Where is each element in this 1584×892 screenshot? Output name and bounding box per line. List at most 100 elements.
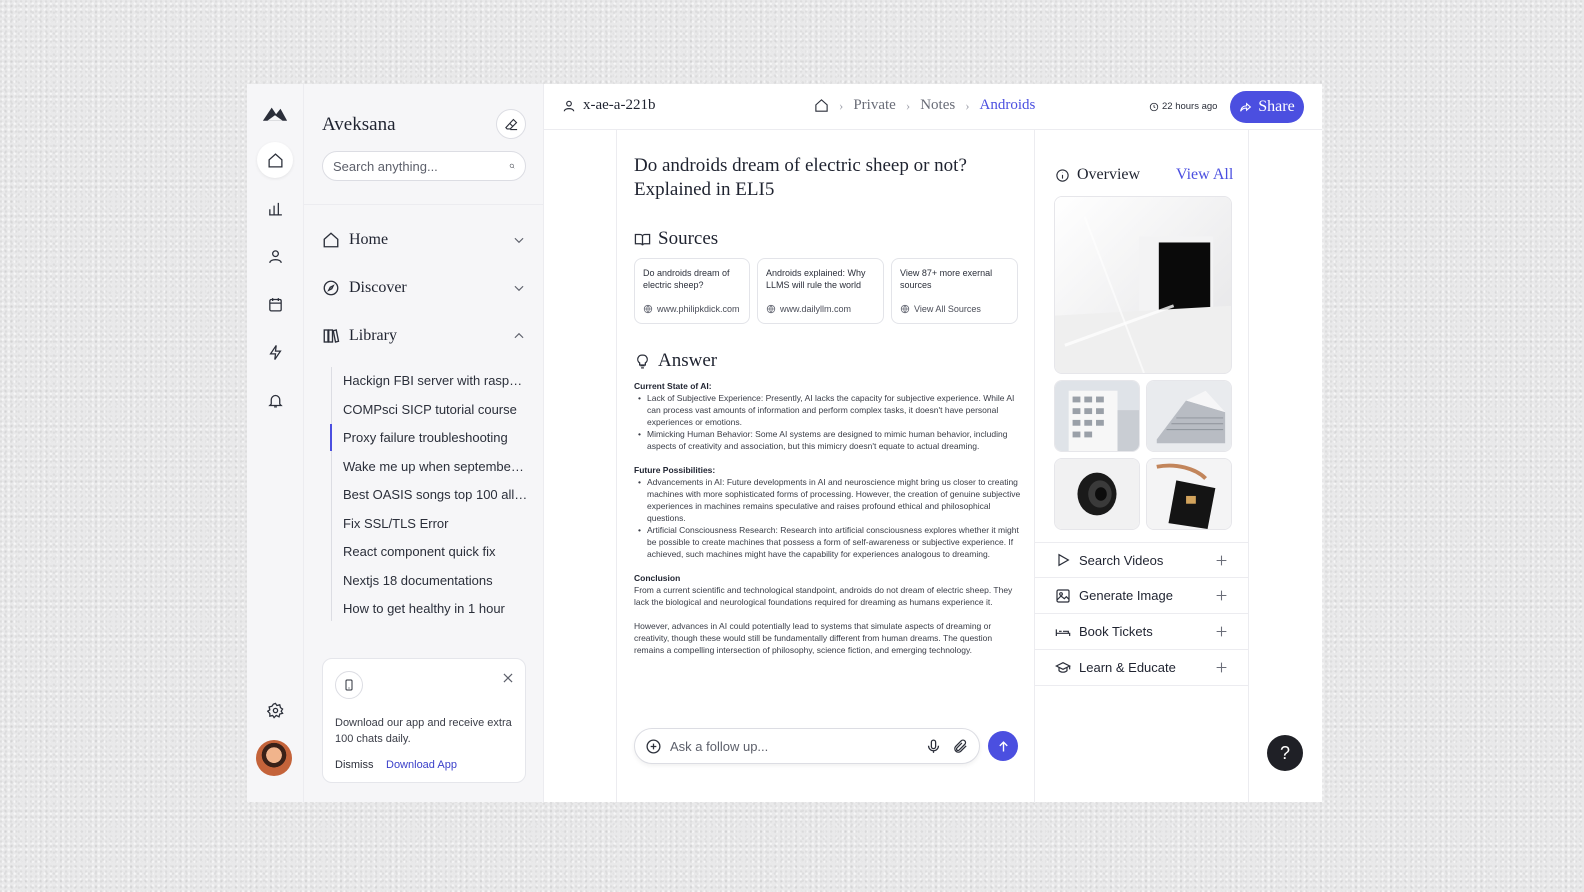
action-generate-image[interactable]: Generate Image [1035, 578, 1248, 614]
library-item[interactable]: Hackign FBI server with raspberry pi [343, 367, 528, 396]
overview-image-bag[interactable] [1146, 458, 1232, 530]
answer-bullet: Mimicking Human Behavior: Some AI system… [634, 428, 1024, 452]
new-chat-button[interactable] [496, 109, 526, 139]
library-item[interactable]: Wake me up when september ends [343, 453, 528, 482]
clock-icon [1149, 102, 1159, 111]
promo-text: Download our app and receive extra 100 c… [335, 717, 512, 745]
books-icon [322, 327, 340, 345]
nav-discover[interactable]: Discover [322, 276, 526, 300]
action-search-videos[interactable]: Search Videos [1035, 542, 1248, 578]
share-label: Share [1258, 98, 1295, 115]
overview-heading: Overview [1055, 166, 1140, 184]
help-button[interactable]: ? [1267, 735, 1303, 771]
dismiss-button[interactable]: Dismiss [335, 759, 374, 771]
search-icon [509, 163, 515, 169]
answer-bullet: Lack of Subjective Experience: Presently… [634, 392, 1024, 428]
overview-image-architecture[interactable] [1146, 380, 1232, 452]
paperclip-icon[interactable] [952, 738, 969, 755]
download-app-button[interactable]: Download App [386, 759, 457, 771]
overview-image-building[interactable] [1054, 380, 1140, 452]
chevron-up-icon[interactable] [512, 329, 526, 343]
source-card[interactable]: Do androids dream of electric sheep? www… [634, 258, 750, 324]
app-window: Aveksana Home Discover Library Hackign F… [247, 84, 1322, 802]
action-learn-educate[interactable]: Learn & Educate [1035, 650, 1248, 686]
globe-icon [900, 304, 910, 314]
answer-heading: Answer [634, 350, 717, 372]
source-card[interactable]: View 87+ more exernal sources View All S… [891, 258, 1018, 324]
share-icon [1240, 102, 1252, 112]
eraser-icon [504, 118, 517, 130]
library-item[interactable]: Proxy failure troubleshooting [343, 424, 528, 453]
nav-library[interactable]: Library [322, 324, 526, 348]
library-item[interactable]: Nextjs 18 documentations [343, 567, 528, 596]
timestamp-text: 22 hours ago [1162, 101, 1218, 112]
plus-icon[interactable] [1215, 661, 1228, 674]
answer-list: Advancements in AI: Future developments … [634, 476, 1024, 560]
chevron-right-icon: › [965, 97, 970, 113]
question-title: Do androids dream of electric sheep or n… [634, 155, 967, 200]
chart-icon[interactable] [261, 194, 289, 222]
chevron-down-icon[interactable] [512, 233, 526, 247]
answer-paragraph: However, advances in AI could potentiall… [634, 621, 993, 655]
source-title: Androids explained: Why LLMS will rule t… [766, 268, 866, 290]
sidebar-divider [304, 204, 544, 205]
library-item[interactable]: React component quick fix [343, 538, 528, 567]
close-icon[interactable] [501, 671, 515, 685]
plus-icon[interactable] [1215, 554, 1228, 567]
library-item[interactable]: COMPsci SICP tutorial course [343, 396, 528, 425]
user-name: x-ae-a-221b [583, 97, 656, 113]
breadcrumb-private[interactable]: Private [853, 97, 896, 114]
user-label[interactable]: x-ae-a-221b [562, 97, 655, 114]
home-icon[interactable] [257, 142, 293, 178]
settings-icon[interactable] [261, 696, 289, 724]
library-item[interactable]: How to get healthy in 1 hour [343, 595, 528, 624]
action-book-tickets[interactable]: Book Tickets [1035, 614, 1248, 650]
avatar[interactable] [256, 740, 292, 776]
overview-title: Overview [1077, 166, 1141, 183]
followup-box[interactable] [634, 728, 980, 764]
nav-home[interactable]: Home [322, 228, 526, 252]
user-icon[interactable] [261, 242, 289, 270]
bell-icon[interactable] [261, 386, 289, 414]
answer-column: Do androids dream of electric sheep or n… [616, 130, 1035, 802]
bed-icon [1055, 624, 1071, 640]
info-icon [1056, 168, 1069, 182]
answer-bullet: Advancements in AI: Future developments … [634, 476, 1024, 524]
plus-icon[interactable] [1215, 589, 1228, 602]
breadcrumb-androids[interactable]: Androids [980, 97, 1036, 114]
library-item[interactable]: Fix SSL/TLS Error [343, 510, 528, 539]
home-icon[interactable] [814, 98, 829, 113]
view-all-sources-link[interactable]: View All Sources [900, 304, 981, 314]
library-item[interactable]: Best OASIS songs top 100 all time [343, 481, 528, 510]
library-tree-line [331, 367, 332, 621]
share-button[interactable]: Share [1230, 91, 1304, 123]
icon-rail [247, 84, 304, 802]
followup-input[interactable] [670, 738, 925, 754]
overview-image-lens[interactable] [1054, 458, 1140, 530]
search-input[interactable] [333, 158, 509, 174]
search-box[interactable] [322, 151, 526, 181]
globe-icon [766, 304, 776, 314]
plus-circle-icon[interactable] [645, 738, 662, 755]
source-title: Do androids dream of electric sheep? [643, 268, 730, 290]
answer-section-title: Future Possibilities: [634, 465, 716, 475]
microphone-icon[interactable] [925, 738, 942, 755]
send-button[interactable] [988, 731, 1018, 761]
view-all-link[interactable]: View All [1176, 166, 1233, 184]
calendar-icon[interactable] [261, 290, 289, 318]
source-link[interactable]: www.philipkdick.com [643, 304, 740, 314]
book-open-icon [634, 233, 651, 245]
source-card[interactable]: Androids explained: Why LLMS will rule t… [757, 258, 884, 324]
action-label: Learn & Educate [1079, 660, 1176, 675]
bolt-icon[interactable] [261, 338, 289, 366]
overview-image-main[interactable] [1054, 196, 1232, 374]
logo-icon[interactable] [259, 98, 291, 126]
phone-icon [335, 671, 363, 699]
image-icon [1055, 588, 1071, 604]
main-area: x-ae-a-221b › Private › Notes › Androids… [544, 84, 1322, 802]
source-link[interactable]: www.dailyllm.com [766, 304, 851, 314]
chevron-down-icon[interactable] [512, 281, 526, 295]
action-label: Generate Image [1079, 588, 1173, 603]
breadcrumb-notes[interactable]: Notes [920, 97, 955, 114]
plus-icon[interactable] [1215, 625, 1228, 638]
